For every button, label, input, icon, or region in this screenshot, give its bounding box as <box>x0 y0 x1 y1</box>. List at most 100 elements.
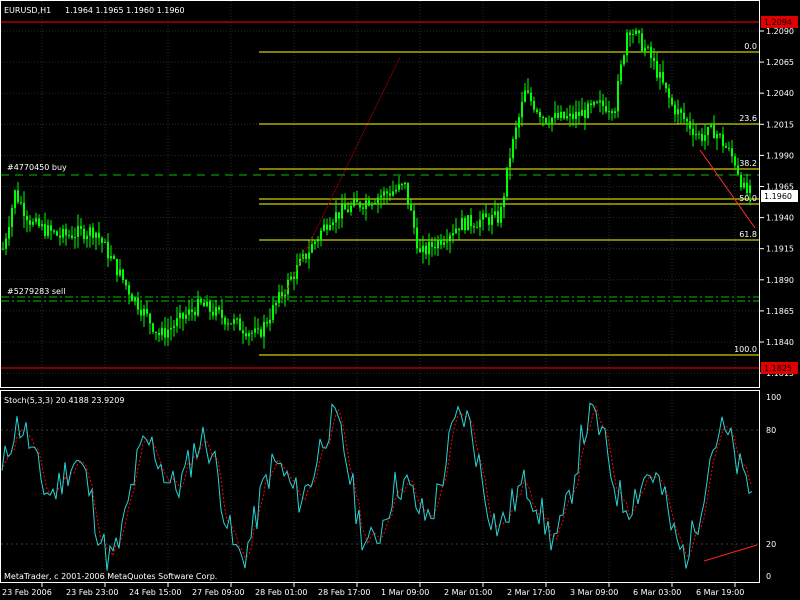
candle-body <box>170 327 172 330</box>
candle-body <box>455 228 457 234</box>
stoch-chart-frame <box>0 390 760 583</box>
candle-body <box>230 323 232 325</box>
candle-body <box>698 133 700 135</box>
candle-body <box>359 202 361 208</box>
candle-body <box>506 167 508 197</box>
candle-body <box>11 208 13 228</box>
candle-body <box>167 329 169 338</box>
candle-body <box>254 328 256 333</box>
time-axis-label: 2 Mar 17:00 <box>507 588 555 597</box>
candle-body <box>92 227 94 238</box>
candle-body <box>248 333 250 337</box>
candle-body <box>245 333 247 337</box>
stoch-divergence-line[interactable] <box>703 544 758 562</box>
fib-level-label: 100.0 <box>734 345 757 354</box>
price-tick-label: 1.1865 <box>766 307 794 316</box>
time-axis-label: 28 Feb 01:00 <box>255 588 307 597</box>
current-price-badge: 1.1960 <box>764 192 792 201</box>
time-axis-label: 1 Mar 09:00 <box>381 588 429 597</box>
order-lines[interactable] <box>1 21 759 369</box>
candle-body <box>194 311 196 316</box>
sell-order-label[interactable]: #5279283 sell <box>7 287 65 296</box>
fibonacci-retracement[interactable] <box>259 51 759 356</box>
candle-body <box>473 226 475 228</box>
candle-body <box>635 30 637 34</box>
chart-labels: 1.20901.20651.20401.20151.19901.19651.19… <box>2 16 798 597</box>
candle-body <box>161 328 163 336</box>
candle-body <box>716 134 718 139</box>
candle-body <box>683 112 685 119</box>
candle-body <box>224 317 226 325</box>
candle-body <box>365 200 367 209</box>
candle-body <box>461 218 463 231</box>
candle-body <box>362 207 364 209</box>
candle-body <box>665 82 667 89</box>
candle-body <box>545 117 547 123</box>
copyright-text: MetaTrader, c 2001-2006 MetaQuotes Softw… <box>4 572 217 581</box>
candle-body <box>500 206 502 223</box>
candle-body <box>431 241 433 247</box>
candle-body <box>233 319 235 324</box>
candle-body <box>449 235 451 242</box>
candle-body <box>164 328 166 338</box>
candle-body <box>95 232 97 238</box>
fib-level-label: 0.0 <box>744 42 757 51</box>
candle-body <box>479 219 481 228</box>
candle-body <box>44 224 46 236</box>
candle-body <box>512 139 514 159</box>
candle-body <box>236 318 238 320</box>
price-tick-label: 1.2065 <box>766 58 794 67</box>
candle-body <box>593 101 595 106</box>
candle-body <box>47 225 49 236</box>
candle-body <box>572 113 574 120</box>
candle-body <box>239 318 241 331</box>
candle-body <box>584 110 586 118</box>
candle-body <box>695 133 697 135</box>
candle-body <box>335 212 337 223</box>
candle-body <box>587 103 589 118</box>
candle-body <box>50 225 52 231</box>
candle-body <box>38 218 40 227</box>
stochastic-lines <box>1 402 759 571</box>
candle-body <box>446 241 448 243</box>
candle-body <box>182 312 184 319</box>
candle-body <box>539 111 541 117</box>
candle-body <box>149 313 151 324</box>
candle-body <box>266 321 268 324</box>
candle-body <box>602 100 604 107</box>
price-tick-label: 1.2015 <box>766 120 794 129</box>
candle-body <box>551 117 553 125</box>
candle-body <box>275 303 277 306</box>
candle-body <box>116 258 118 276</box>
stochastic-title: Stoch(5,3,3) 20.4188 23.9209 <box>4 396 124 405</box>
candle-body <box>113 256 115 259</box>
candle-body <box>719 134 721 136</box>
candle-body <box>74 237 76 239</box>
candle-body <box>83 228 85 240</box>
candle-body <box>464 218 466 231</box>
high-price-badge: 1.2094 <box>764 18 792 27</box>
candle-body <box>689 121 691 129</box>
candle-body <box>350 205 352 213</box>
candle-body <box>314 241 316 244</box>
candle-body <box>458 228 460 231</box>
candle-body <box>125 279 127 286</box>
candle-body <box>206 301 208 307</box>
trading-chart[interactable]: 1.20901.20651.20401.20151.19901.19651.19… <box>0 0 800 600</box>
candle-body <box>371 203 373 206</box>
time-axis-label: 23 Feb 2006 <box>2 588 52 597</box>
low-price-badge: 1.1825 <box>764 364 792 373</box>
candle-body <box>710 125 712 127</box>
time-axis-label: 28 Feb 17:00 <box>318 588 370 597</box>
candle-body <box>353 199 355 206</box>
candle-body <box>368 200 370 206</box>
candle-body <box>56 231 58 236</box>
buy-order-label[interactable]: #4770450 buy <box>7 163 67 172</box>
candle-body <box>347 209 349 213</box>
candle-body <box>212 311 214 316</box>
candle-body <box>404 182 406 185</box>
candle-body <box>173 326 175 328</box>
candle-body <box>467 215 469 231</box>
candle-body <box>392 191 394 196</box>
candle-body <box>422 245 424 252</box>
